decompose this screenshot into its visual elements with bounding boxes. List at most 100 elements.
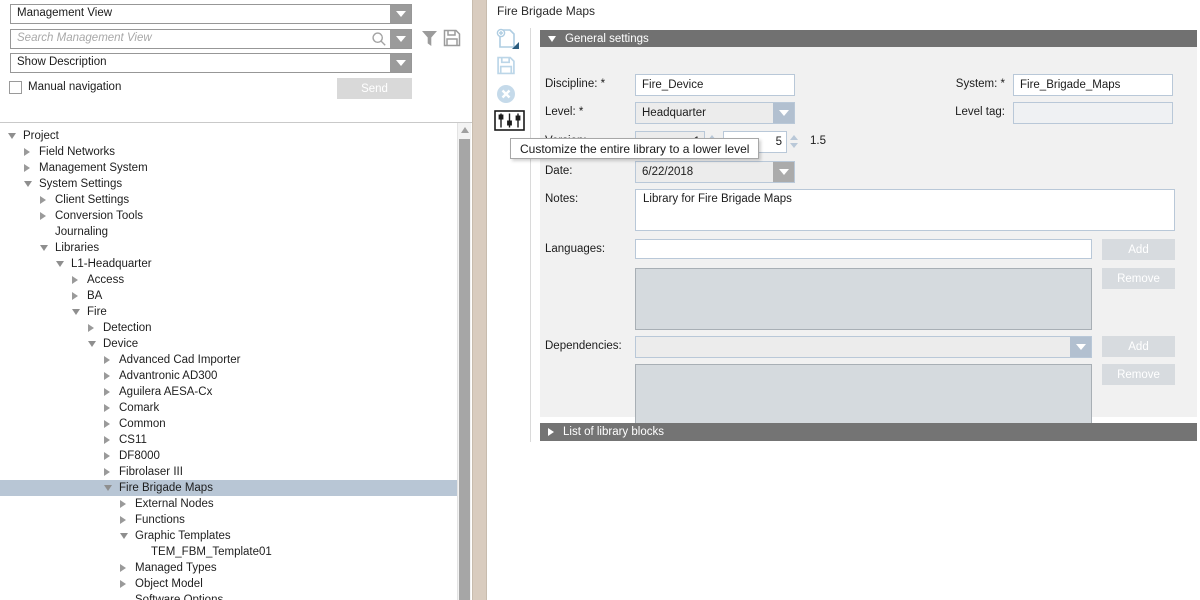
cancel-icon[interactable] [494, 84, 520, 106]
tree-item[interactable]: Common [0, 416, 457, 432]
save-icon[interactable] [494, 56, 520, 78]
version-minor-stepper[interactable] [788, 131, 799, 152]
dependencies-dropdown[interactable] [635, 336, 1092, 358]
library-blocks-header[interactable]: List of library blocks [540, 423, 1197, 441]
tree-item[interactable]: Fibrolaser III [0, 464, 457, 480]
expanded-arrow-icon[interactable] [104, 485, 114, 491]
tree-item[interactable]: Object Model [0, 576, 457, 592]
collapsed-arrow-icon[interactable] [24, 148, 34, 156]
tree-item[interactable]: Project [0, 128, 457, 144]
tree-item[interactable]: Advantronic AD300 [0, 368, 457, 384]
general-settings-header[interactable]: General settings [540, 30, 1197, 47]
languages-list[interactable] [635, 268, 1092, 330]
expanded-arrow-icon[interactable] [56, 261, 66, 267]
languages-input[interactable] [635, 239, 1092, 259]
description-selector[interactable]: Show Description [10, 53, 412, 73]
collapsed-arrow-icon[interactable] [104, 436, 114, 444]
chevron-down-icon[interactable] [390, 30, 411, 48]
collapsed-arrow-icon[interactable] [104, 388, 114, 396]
collapsed-arrow-icon[interactable] [120, 516, 130, 524]
chevron-down-icon[interactable] [390, 5, 411, 23]
expanded-arrow-icon[interactable] [72, 309, 82, 315]
dependencies-add-button[interactable]: Add [1102, 336, 1175, 357]
tree-item[interactable]: Fire Brigade Maps [0, 480, 457, 496]
tree-item[interactable]: Graphic Templates [0, 528, 457, 544]
languages-add-button[interactable]: Add [1102, 239, 1175, 260]
expanded-arrow-icon[interactable] [8, 133, 18, 139]
tree-item-label: L1-Headquarter [66, 258, 152, 270]
languages-remove-button[interactable]: Remove [1102, 268, 1175, 289]
manual-navigation-checkbox[interactable] [9, 81, 22, 94]
collapsed-arrow-icon[interactable] [40, 196, 50, 204]
panel-splitter[interactable] [472, 0, 487, 600]
filter-icon[interactable] [421, 30, 438, 51]
tree-item[interactable]: Management System [0, 160, 457, 176]
collapsed-arrow-icon[interactable] [120, 564, 130, 572]
dependencies-remove-button[interactable]: Remove [1102, 364, 1175, 385]
chevron-down-icon[interactable] [1070, 337, 1091, 357]
collapsed-arrow-icon[interactable] [120, 500, 130, 508]
tree-item[interactable]: Functions [0, 512, 457, 528]
tree-item[interactable]: Managed Types [0, 560, 457, 576]
chevron-down-icon[interactable] [773, 103, 794, 123]
tree-item-label: Fibrolaser III [114, 466, 183, 478]
tree-item-label: Advanced Cad Importer [114, 354, 240, 366]
new-library-icon[interactable] [494, 28, 520, 50]
search-box[interactable]: Search Management View [10, 29, 412, 49]
collapsed-arrow-icon[interactable] [40, 212, 50, 220]
tree-item-label: Object Model [130, 578, 203, 590]
tree-item[interactable]: CS11 [0, 432, 457, 448]
notes-field[interactable]: Library for Fire Brigade Maps [635, 189, 1175, 231]
tree-item[interactable]: TEM_FBM_Template01 [0, 544, 457, 560]
expanded-arrow-icon[interactable] [88, 341, 98, 347]
view-selector[interactable]: Management View [10, 4, 412, 24]
collapsed-arrow-icon[interactable] [72, 292, 82, 300]
collapsed-arrow-icon[interactable] [104, 404, 114, 412]
customize-library-icon[interactable] [494, 110, 520, 132]
dependencies-list[interactable] [635, 364, 1092, 425]
discipline-field[interactable]: Fire_Device [635, 74, 795, 96]
chevron-down-icon[interactable] [390, 54, 411, 72]
level-dropdown[interactable]: Headquarter [635, 102, 795, 124]
collapsed-arrow-icon[interactable] [104, 372, 114, 380]
collapsed-arrow-icon[interactable] [24, 164, 34, 172]
collapsed-arrow-icon[interactable] [104, 452, 114, 460]
system-field[interactable]: Fire_Brigade_Maps [1013, 74, 1173, 96]
tree-item[interactable]: DF8000 [0, 448, 457, 464]
send-button[interactable]: Send [337, 78, 412, 99]
date-picker[interactable]: 6/22/2018 [635, 161, 795, 183]
scroll-up-icon[interactable] [461, 127, 469, 133]
collapsed-arrow-icon[interactable] [104, 420, 114, 428]
tree-item[interactable]: Field Networks [0, 144, 457, 160]
save-filter-icon[interactable] [443, 29, 461, 50]
tree-item[interactable]: External Nodes [0, 496, 457, 512]
expanded-arrow-icon[interactable] [40, 245, 50, 251]
tree-item[interactable]: Libraries [0, 240, 457, 256]
tree-item[interactable]: Aguilera AESA-Cx [0, 384, 457, 400]
tree-item[interactable]: System Settings [0, 176, 457, 192]
tree-item[interactable]: L1-Headquarter [0, 256, 457, 272]
tree-item[interactable]: Conversion Tools [0, 208, 457, 224]
collapsed-arrow-icon[interactable] [72, 276, 82, 284]
chevron-down-icon[interactable] [773, 162, 794, 182]
collapsed-arrow-icon[interactable] [88, 324, 98, 332]
collapsed-arrow-icon[interactable] [104, 468, 114, 476]
tree-item[interactable]: Advanced Cad Importer [0, 352, 457, 368]
tree-item[interactable]: Device [0, 336, 457, 352]
tree-item[interactable]: Comark [0, 400, 457, 416]
tree-item[interactable]: Detection [0, 320, 457, 336]
scrollbar-thumb[interactable] [459, 139, 470, 600]
tree-item[interactable]: Fire [0, 304, 457, 320]
expanded-arrow-icon[interactable] [120, 533, 130, 539]
tree-item[interactable]: Access [0, 272, 457, 288]
tree-item[interactable]: Software Options [0, 592, 457, 600]
tree-item[interactable]: BA [0, 288, 457, 304]
expanded-arrow-icon[interactable] [24, 181, 34, 187]
tree-scrollbar[interactable] [457, 123, 471, 600]
collapsed-arrow-icon[interactable] [120, 580, 130, 588]
collapsed-arrow-icon[interactable] [104, 356, 114, 364]
level-tag-field[interactable] [1013, 102, 1173, 124]
search-input[interactable]: Search Management View [11, 30, 371, 48]
tree-item[interactable]: Client Settings [0, 192, 457, 208]
tree-item[interactable]: Journaling [0, 224, 457, 240]
